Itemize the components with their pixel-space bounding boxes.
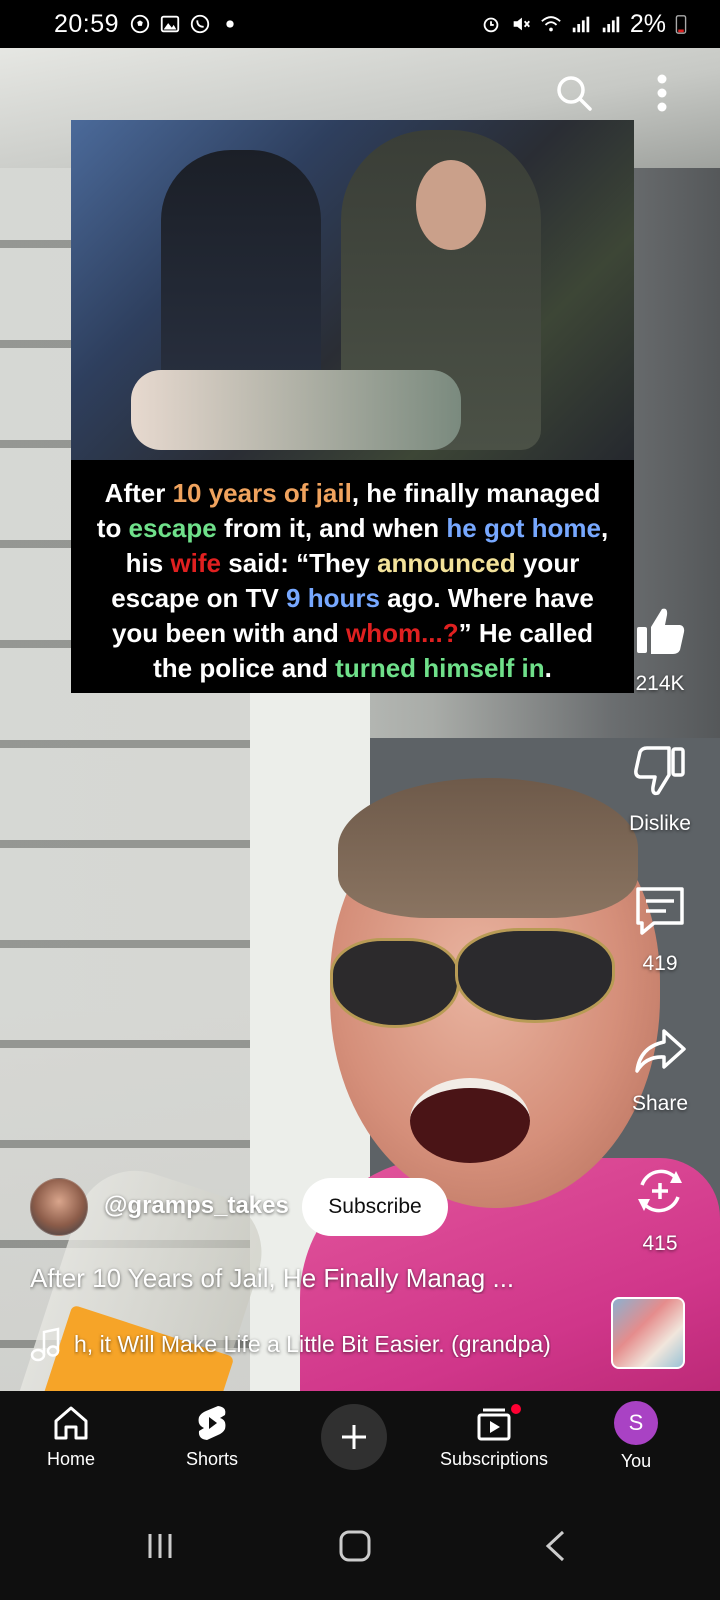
comments-button[interactable]: 419 (608, 876, 712, 976)
caption-line-5: you been with and whom...?” He called (111, 618, 594, 648)
create-button[interactable] (321, 1404, 387, 1470)
recent-apps-icon (148, 1534, 172, 1558)
more-vertical-icon (657, 74, 667, 112)
music-row[interactable]: h, it Will Make Life a Little Bit Easier… (30, 1322, 600, 1366)
back-chevron-icon (545, 1530, 565, 1562)
nav-shorts-label: Shorts (185, 1449, 239, 1469)
overlay-caption: After 10 years of jail, he finally manag… (71, 460, 634, 693)
home-square-icon (339, 1530, 371, 1562)
like-icon-wrap (625, 596, 695, 666)
whatsapp-icon (190, 14, 210, 34)
home-icon (54, 1406, 88, 1440)
nav-you[interactable]: S You (576, 1391, 696, 1491)
nav-home-label: Home (46, 1449, 95, 1469)
search-button[interactable] (551, 70, 597, 116)
photo-face (416, 160, 486, 250)
sound-thumbnail[interactable] (611, 1297, 685, 1369)
subscriptions-notification-dot (509, 1402, 523, 1416)
comment-count: 419 (642, 952, 678, 975)
status-bar: 20:59 2% (0, 0, 720, 48)
dislike-button[interactable]: Dislike (608, 736, 712, 836)
you-avatar: S (614, 1401, 658, 1445)
caption-line-6: the police and turned himself in. (153, 653, 552, 683)
overlay-photo (71, 120, 634, 460)
mute-icon (513, 17, 530, 31)
share-icon (635, 1029, 686, 1073)
share-icon-wrap (625, 1016, 695, 1086)
caption-line-2: to escape from it, and when he got home, (96, 513, 609, 543)
subscriptions-icon-wrap (474, 1403, 514, 1443)
remix-icon (638, 1169, 682, 1213)
status-time: 20:59 (54, 9, 120, 38)
subscribe-button[interactable]: Subscribe (302, 1178, 448, 1236)
nav-subscriptions-label: Subscriptions (439, 1449, 549, 1469)
like-button[interactable]: 214K (608, 596, 712, 696)
plus-icon (342, 1425, 366, 1449)
home-system-button[interactable] (325, 1521, 385, 1571)
man-hair (338, 778, 638, 918)
alarm-icon (483, 17, 499, 33)
back-button[interactable] (525, 1521, 585, 1571)
battery-icon (675, 15, 687, 34)
video-title[interactable]: After 10 Years of Jail, He Finally Manag… (30, 1263, 590, 1294)
signal-icon (602, 16, 620, 33)
share-label: Share (631, 1092, 689, 1115)
overlay-image: After 10 years of jail, he finally manag… (71, 120, 634, 693)
home-icon-wrap (51, 1403, 91, 1443)
sunglasses-right-lens (455, 928, 615, 1023)
notification-icons (129, 13, 241, 35)
signal-icon (572, 16, 590, 33)
photo-legs (131, 370, 461, 450)
share-button[interactable]: Share (608, 1016, 712, 1116)
comments-icon-wrap (625, 876, 695, 946)
thumbs-up-icon (637, 608, 685, 654)
caption-line-3: his wife said: “They announced your (125, 548, 580, 578)
dislike-icon-wrap (625, 736, 695, 806)
system-status: 2% (480, 10, 688, 39)
remix-count: 415 (642, 1232, 678, 1255)
sunglasses-left-lens (330, 938, 460, 1028)
search-icon (557, 76, 592, 111)
like-count: 214K (635, 672, 685, 695)
nav-subscriptions[interactable]: Subscriptions (434, 1391, 554, 1491)
dislike-label: Dislike (629, 812, 691, 835)
music-note-icon (30, 1327, 60, 1362)
caption-line-1: After 10 years of jail, he finally manag… (104, 478, 601, 508)
comment-icon (636, 887, 684, 935)
shorts-icon (198, 1406, 226, 1440)
system-navigation-bar (0, 1491, 720, 1600)
subscriptions-icon (477, 1408, 511, 1441)
thumbs-down-icon (634, 746, 685, 796)
battery-percent: 2% (629, 9, 666, 38)
music-title: h, it Will Make Life a Little Bit Easier… (74, 1330, 551, 1357)
channel-handle[interactable]: @gramps_takes (104, 1192, 289, 1220)
wifi-icon (541, 16, 561, 32)
soccer-icon (130, 14, 150, 34)
remix-icon-wrap (625, 1156, 695, 1226)
remix-button[interactable]: 415 (608, 1156, 712, 1256)
caption-line-4: escape on TV 9 hours ago. Where have (111, 583, 594, 613)
gallery-icon (160, 15, 180, 33)
dot-icon (226, 20, 234, 28)
nav-home[interactable]: Home (11, 1391, 131, 1491)
more-options-button[interactable] (639, 70, 685, 116)
nav-shorts[interactable]: Shorts (152, 1391, 272, 1491)
channel-avatar[interactable] (30, 1178, 88, 1236)
recent-apps-button[interactable] (130, 1521, 190, 1571)
man-mouth (410, 1078, 530, 1163)
nav-you-label: You (620, 1451, 652, 1471)
shorts-icon-wrap (192, 1403, 232, 1443)
